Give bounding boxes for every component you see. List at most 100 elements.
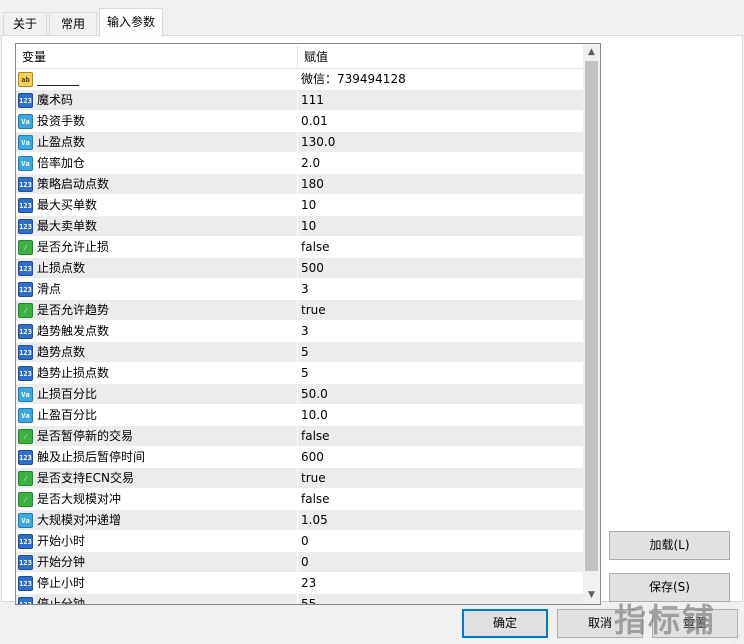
parameter-value[interactable]: 0 [301, 552, 309, 573]
resize-grip-icon[interactable]: ⋰ [734, 634, 743, 643]
parameter-value[interactable]: 10 [301, 216, 316, 237]
parameter-row[interactable]: Va 止损百分比 50.0 [16, 384, 583, 405]
parameter-row[interactable]: 123 停止分钟 55 [16, 594, 583, 604]
parameter-row[interactable]: 123 趋势触发点数 3 [16, 321, 583, 342]
parameter-row[interactable]: 123 策略启动点数 180 [16, 174, 583, 195]
parameter-value[interactable]: 10 [301, 195, 316, 216]
cell-separator [297, 279, 298, 300]
cell-separator [297, 426, 298, 447]
column-header-value[interactable]: 赋值 [298, 44, 583, 69]
parameter-row[interactable]: 123 滑点 3 [16, 279, 583, 300]
parameter-name: 触及止损后暂停时间 [37, 450, 146, 464]
boolean-type-icon: ⁄ [18, 240, 33, 255]
parameter-value[interactable]: 10.0 [301, 405, 328, 426]
parameter-name: 是否支持ECN交易 [37, 471, 134, 485]
cell-separator [297, 300, 298, 321]
parameter-name: 停止小时 [37, 576, 86, 590]
parameter-row[interactable]: 123 停止小时 23 [16, 573, 583, 594]
scroll-down-arrow-icon[interactable]: ▼ [583, 587, 600, 604]
parameter-row[interactable]: 123 魔术码 111 [16, 90, 583, 111]
parameter-row[interactable]: 123 最大卖单数 10 [16, 216, 583, 237]
integer-type-icon: 123 [18, 534, 33, 549]
parameter-row[interactable]: 123 趋势点数 5 [16, 342, 583, 363]
parameter-name: 是否允许止损 [37, 240, 110, 254]
parameter-name: 滑点 [37, 282, 62, 296]
parameter-value[interactable]: 3 [301, 279, 309, 300]
parameter-value[interactable]: 5 [301, 363, 309, 384]
tab-about[interactable]: 关于 [3, 12, 47, 36]
integer-type-icon: 123 [18, 450, 33, 465]
parameter-value[interactable]: 600 [301, 447, 324, 468]
parameter-row[interactable]: ⁄ 是否允许趋势 true [16, 300, 583, 321]
parameter-value[interactable]: 5 [301, 342, 309, 363]
cell-separator [297, 237, 298, 258]
parameter-row[interactable]: Va 止盈百分比 10.0 [16, 405, 583, 426]
save-button[interactable]: 保存(S) [609, 573, 730, 602]
parameter-value[interactable]: true [301, 468, 326, 489]
parameter-name: 止损百分比 [37, 387, 98, 401]
parameter-value[interactable]: 3 [301, 321, 309, 342]
integer-type-icon: 123 [18, 576, 33, 591]
parameter-row[interactable]: Va 大规模对冲递增 1.05 [16, 510, 583, 531]
double-type-icon: Va [18, 114, 33, 129]
cell-separator [297, 195, 298, 216]
cell-separator [297, 363, 298, 384]
parameter-value[interactable]: false [301, 426, 330, 447]
parameter-value[interactable]: 130.0 [301, 132, 335, 153]
parameter-row[interactable]: ab _______ 微信：739494128 [16, 69, 583, 90]
scrollbar-thumb[interactable] [585, 61, 598, 571]
tab-common[interactable]: 常用 [49, 12, 97, 36]
integer-type-icon: 123 [18, 324, 33, 339]
parameter-row[interactable]: Va 投资手数 0.01 [16, 111, 583, 132]
parameter-value[interactable]: 0.01 [301, 111, 328, 132]
parameter-row[interactable]: ⁄ 是否支持ECN交易 true [16, 468, 583, 489]
integer-type-icon: 123 [18, 177, 33, 192]
parameter-row[interactable]: 123 最大买单数 10 [16, 195, 583, 216]
parameter-row[interactable]: Va 倍率加仓 2.0 [16, 153, 583, 174]
vertical-scrollbar[interactable]: ▲ ▼ [583, 44, 600, 604]
boolean-type-icon: ⁄ [18, 303, 33, 318]
parameter-value[interactable]: 1.05 [301, 510, 328, 531]
cell-separator [297, 573, 298, 594]
parameter-row[interactable]: 123 触及止损后暂停时间 600 [16, 447, 583, 468]
parameter-row[interactable]: 123 止损点数 500 [16, 258, 583, 279]
parameter-value[interactable]: 0 [301, 531, 309, 552]
parameter-name: 趋势点数 [37, 345, 86, 359]
integer-type-icon: 123 [18, 198, 33, 213]
parameter-value[interactable]: false [301, 489, 330, 510]
cell-separator [297, 111, 298, 132]
parameter-name: _______ [37, 72, 79, 86]
parameter-value[interactable]: 23 [301, 573, 316, 594]
parameter-value[interactable]: false [301, 237, 330, 258]
ok-button[interactable]: 确定 [462, 609, 548, 638]
integer-type-icon: 123 [18, 282, 33, 297]
scroll-up-arrow-icon[interactable]: ▲ [583, 44, 600, 61]
parameter-value[interactable]: true [301, 300, 326, 321]
parameter-name: 是否暂停新的交易 [37, 429, 134, 443]
parameter-name: 趋势触发点数 [37, 324, 110, 338]
parameter-row[interactable]: 123 趋势止损点数 5 [16, 363, 583, 384]
parameter-value[interactable]: 500 [301, 258, 324, 279]
parameter-value[interactable]: 111 [301, 90, 324, 111]
cell-separator [297, 594, 298, 604]
column-header-variable[interactable]: 变量 [16, 44, 297, 69]
parameter-row[interactable]: ⁄ 是否暂停新的交易 false [16, 426, 583, 447]
double-type-icon: Va [18, 135, 33, 150]
load-button[interactable]: 加载(L) [609, 531, 730, 560]
parameter-row[interactable]: Va 止盈点数 130.0 [16, 132, 583, 153]
parameter-value[interactable]: 50.0 [301, 384, 328, 405]
cell-separator [297, 552, 298, 573]
boolean-type-icon: ⁄ [18, 492, 33, 507]
parameter-name: 投资手数 [37, 114, 86, 128]
parameter-row[interactable]: 123 开始分钟 0 [16, 552, 583, 573]
tab-inputs[interactable]: 输入参数 [99, 8, 163, 37]
parameter-row[interactable]: ⁄ 是否大规模对冲 false [16, 489, 583, 510]
cell-separator [297, 468, 298, 489]
parameter-value[interactable]: 2.0 [301, 153, 320, 174]
parameter-value[interactable]: 微信：739494128 [301, 69, 406, 90]
parameter-value[interactable]: 180 [301, 174, 324, 195]
parameter-row[interactable]: ⁄ 是否允许止损 false [16, 237, 583, 258]
cell-separator [297, 153, 298, 174]
parameter-value[interactable]: 55 [301, 594, 316, 604]
parameter-row[interactable]: 123 开始小时 0 [16, 531, 583, 552]
